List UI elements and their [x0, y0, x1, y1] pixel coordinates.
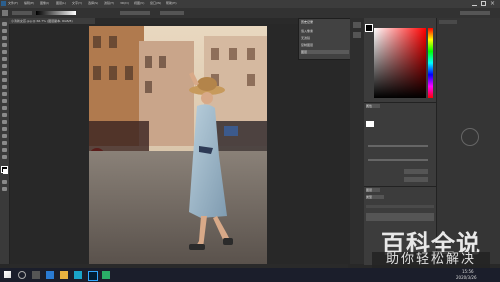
move-tool-icon[interactable]: [2, 22, 7, 26]
search-icon[interactable]: [18, 271, 26, 279]
photo-image: [89, 26, 267, 264]
watermark: 百科全说 助你轻松解决: [372, 224, 490, 270]
document-photo[interactable]: [89, 26, 267, 264]
color-picker-field[interactable]: [374, 28, 426, 98]
layer-kind-filter[interactable]: 类型: [366, 195, 384, 199]
history-panel-title: 历史记录: [301, 20, 314, 24]
marquee-tool-icon[interactable]: [2, 29, 7, 33]
color-range-button[interactable]: [404, 177, 428, 182]
blend-mode-row[interactable]: [366, 205, 434, 208]
windows-start-icon[interactable]: [4, 271, 11, 278]
history-panel: 历史记录 载入像素 无滤镜 复制图层 图层: [298, 18, 352, 60]
screen-mode-icon[interactable]: [2, 187, 7, 191]
blur-tool-icon[interactable]: [2, 106, 7, 110]
edge-browser-icon[interactable]: [46, 271, 54, 279]
history-item[interactable]: 复制图层: [301, 43, 313, 47]
maximize-icon[interactable]: [481, 1, 486, 6]
menu-item-layer[interactable]: 图层(L): [56, 1, 66, 5]
photoshop-logo-icon: [1, 1, 6, 6]
close-icon[interactable]: ×: [490, 0, 495, 7]
menu-item-filter[interactable]: 滤镜(T): [104, 1, 114, 5]
photoshop-taskbar-icon[interactable]: [88, 271, 98, 281]
windows-taskbar: 15:56 2020/3/26: [0, 268, 500, 282]
menu-item-window[interactable]: 窗口(W): [150, 1, 161, 5]
dodge-tool-icon[interactable]: [2, 113, 7, 117]
pen-tool-icon[interactable]: [2, 120, 7, 124]
panel-dock-strip: [350, 18, 364, 264]
menu-bar: 文件(F) 编辑(E) 图像(I) 图层(L) 文字(Y) 选择(S) 滤镜(T…: [0, 0, 500, 8]
zoom-tool-icon[interactable]: [2, 155, 7, 159]
gradient-tool-icon[interactable]: [2, 99, 7, 103]
color-panel: [364, 18, 436, 102]
history-item-selected[interactable]: 图层: [301, 50, 349, 54]
healing-tool-icon[interactable]: [2, 64, 7, 68]
workspace-dropdown[interactable]: [460, 11, 490, 15]
layers-panel-tab[interactable]: 图层: [366, 188, 380, 192]
mask-edge-button[interactable]: [404, 169, 428, 174]
menu-item-image[interactable]: 图像(I): [40, 1, 49, 5]
properties-panel: 属性: [364, 102, 436, 187]
quick-select-tool-icon[interactable]: [2, 43, 7, 47]
taskbar-date: 2020/3/26: [456, 275, 477, 280]
menu-item-file[interactable]: 文件(F): [8, 1, 18, 5]
menu-item-3d[interactable]: 3D(D): [120, 1, 129, 5]
layer-mask-thumbnail: [366, 121, 374, 127]
hand-tool-icon[interactable]: [2, 148, 7, 152]
actions-panel-icon[interactable]: [353, 32, 361, 38]
lasso-tool-icon[interactable]: [2, 36, 7, 40]
history-item[interactable]: 载入像素: [301, 29, 313, 33]
libraries-tab[interactable]: [439, 20, 457, 24]
density-slider[interactable]: [368, 145, 428, 147]
taskbar-time: 15:56: [462, 269, 474, 274]
watermark-subtitle: 助你轻松解决: [372, 252, 490, 268]
feather-slider[interactable]: [368, 159, 428, 161]
shape-tool-icon[interactable]: [2, 141, 7, 145]
wechat-icon[interactable]: [102, 271, 110, 279]
options-dropdown[interactable]: [12, 11, 32, 15]
quick-mask-icon[interactable]: [2, 180, 7, 184]
gradient-swatch[interactable]: [36, 11, 76, 15]
eyedropper-tool-icon[interactable]: [2, 57, 7, 61]
crop-tool-icon[interactable]: [2, 50, 7, 54]
menu-item-view[interactable]: 视图(V): [134, 1, 144, 5]
clone-stamp-tool-icon[interactable]: [2, 78, 7, 82]
text-tool-icon[interactable]: [2, 127, 7, 131]
history-panel-icon[interactable]: [353, 22, 361, 28]
menu-item-select[interactable]: 选择(S): [88, 1, 98, 5]
menu-item-type[interactable]: 文字(Y): [72, 1, 82, 5]
menu-item-help[interactable]: 帮助(H): [166, 1, 177, 5]
color-foreground-swatch[interactable]: [365, 24, 373, 32]
layer-row[interactable]: [366, 213, 434, 221]
background-color-swatch[interactable]: [3, 169, 8, 174]
tools-panel: [0, 18, 10, 264]
task-view-icon[interactable]: [32, 271, 40, 279]
properties-panel-tab[interactable]: 属性: [366, 104, 380, 108]
hue-slider[interactable]: [428, 28, 433, 98]
eraser-tool-icon[interactable]: [2, 92, 7, 96]
libraries-placeholder-icon: [461, 128, 479, 146]
minimize-icon[interactable]: [472, 1, 477, 6]
history-item[interactable]: 无滤镜: [301, 36, 310, 40]
opacity-field[interactable]: [160, 11, 184, 15]
brush-tool-icon[interactable]: [2, 71, 7, 75]
mode-dropdown[interactable]: [120, 11, 150, 15]
path-select-tool-icon[interactable]: [2, 134, 7, 138]
file-explorer-icon[interactable]: [60, 271, 68, 279]
store-icon[interactable]: [74, 271, 82, 279]
tool-preset-icon[interactable]: [2, 10, 8, 16]
menu-item-edit[interactable]: 编辑(E): [24, 1, 34, 5]
history-brush-tool-icon[interactable]: [2, 85, 7, 89]
